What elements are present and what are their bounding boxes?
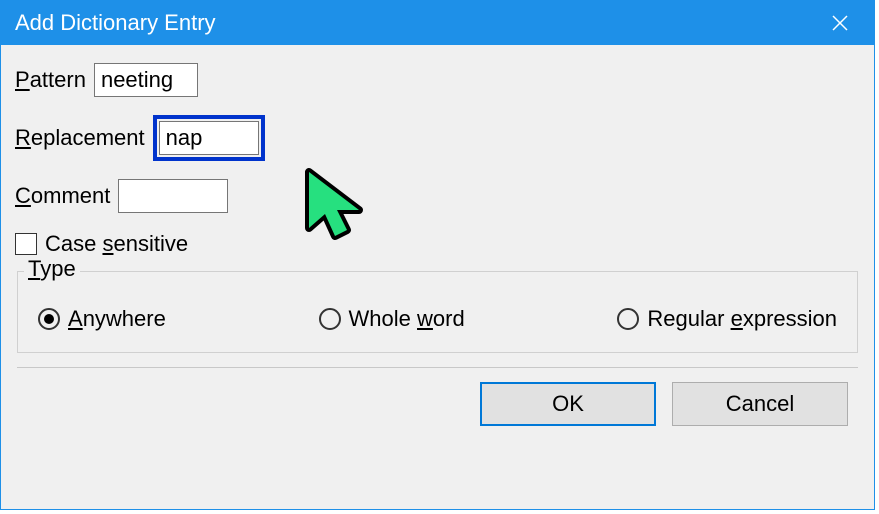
type-fieldset: Type Anywhere Whole word Regular express… bbox=[17, 271, 858, 353]
type-legend: Type bbox=[24, 256, 80, 282]
pattern-label: Pattern bbox=[15, 67, 86, 93]
replacement-highlight bbox=[153, 115, 265, 161]
replacement-label: Replacement bbox=[15, 125, 145, 151]
pattern-input[interactable] bbox=[94, 63, 198, 97]
comment-row: Comment bbox=[15, 179, 860, 213]
replacement-input[interactable] bbox=[159, 121, 259, 155]
radio-regex-label: Regular expression bbox=[647, 306, 837, 332]
separator bbox=[17, 367, 858, 368]
radio-regex[interactable]: Regular expression bbox=[617, 306, 837, 332]
radio-anywhere-label: Anywhere bbox=[68, 306, 166, 332]
replacement-row: Replacement bbox=[15, 115, 860, 161]
window-title: Add Dictionary Entry bbox=[15, 10, 216, 36]
case-sensitive-row[interactable]: Case sensitive bbox=[15, 231, 860, 257]
close-button[interactable] bbox=[820, 3, 860, 43]
title-bar: Add Dictionary Entry bbox=[1, 1, 874, 45]
ok-button-label: OK bbox=[552, 391, 584, 417]
radio-regex-circle bbox=[617, 308, 639, 330]
dialog-content: Pattern Replacement Comment Case sensiti… bbox=[1, 45, 874, 426]
dialog-window: Add Dictionary Entry Pattern Replacement… bbox=[0, 0, 875, 510]
radio-anywhere-circle bbox=[38, 308, 60, 330]
ok-button[interactable]: OK bbox=[480, 382, 656, 426]
case-sensitive-label: Case sensitive bbox=[45, 231, 188, 257]
radio-wholeword-label: Whole word bbox=[349, 306, 465, 332]
cancel-button-label: Cancel bbox=[726, 391, 794, 417]
case-sensitive-checkbox[interactable] bbox=[15, 233, 37, 255]
button-row: OK Cancel bbox=[15, 382, 860, 426]
radio-wholeword-circle bbox=[319, 308, 341, 330]
pattern-row: Pattern bbox=[15, 63, 860, 97]
radio-wholeword[interactable]: Whole word bbox=[319, 306, 465, 332]
comment-input[interactable] bbox=[118, 179, 228, 213]
radio-anywhere-dot bbox=[44, 314, 54, 324]
cancel-button[interactable]: Cancel bbox=[672, 382, 848, 426]
close-icon bbox=[831, 14, 849, 32]
comment-label: Comment bbox=[15, 183, 110, 209]
type-radios: Anywhere Whole word Regular expression bbox=[36, 306, 839, 332]
radio-anywhere[interactable]: Anywhere bbox=[38, 306, 166, 332]
